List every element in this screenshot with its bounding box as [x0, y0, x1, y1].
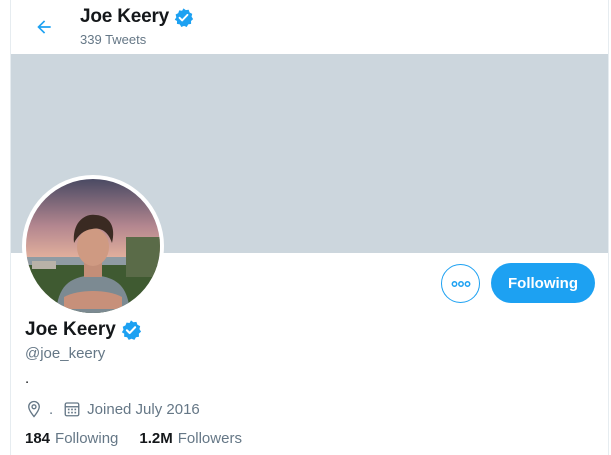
- tweet-count: 339 Tweets: [80, 32, 147, 47]
- profile-bio: .: [25, 370, 30, 387]
- following-count: 184: [25, 430, 51, 447]
- profile-stats: 184 Following 1.2M Followers: [25, 430, 263, 447]
- back-button[interactable]: [29, 12, 59, 42]
- following-label: Following: [55, 430, 119, 447]
- calendar-icon: [63, 400, 81, 418]
- profile-meta: . Joined July 2016: [25, 400, 200, 418]
- header-title-row: Joe Keery: [80, 6, 194, 28]
- followers-label: Followers: [177, 430, 242, 447]
- avatar[interactable]: [22, 175, 164, 317]
- profile-header-bar: Joe Keery 339 Tweets: [11, 0, 608, 54]
- profile-name: Joe Keery: [25, 319, 116, 340]
- location-pin-icon: [25, 400, 43, 418]
- column-border-right: [608, 0, 609, 455]
- more-dots-icon: [451, 280, 470, 287]
- profile-joined-date: Joined July 2016: [87, 400, 200, 418]
- following-button[interactable]: Following: [491, 263, 595, 303]
- header-name: Joe Keery: [80, 6, 170, 27]
- profile-location: .: [49, 400, 54, 418]
- profile-handle: @joe_keery: [25, 345, 106, 362]
- more-options-button[interactable]: [441, 264, 480, 303]
- avatar-photo: [26, 179, 160, 313]
- verified-badge-icon: [174, 7, 194, 27]
- followers-count: 1.2M: [139, 430, 173, 447]
- verified-badge-icon: [121, 320, 141, 340]
- profile-name-row: Joe Keery: [25, 319, 142, 341]
- arrow-left-icon: [37, 20, 51, 34]
- following-count-link[interactable]: 184 Following: [25, 430, 118, 447]
- followers-count-link[interactable]: 1.2M Followers: [139, 430, 242, 447]
